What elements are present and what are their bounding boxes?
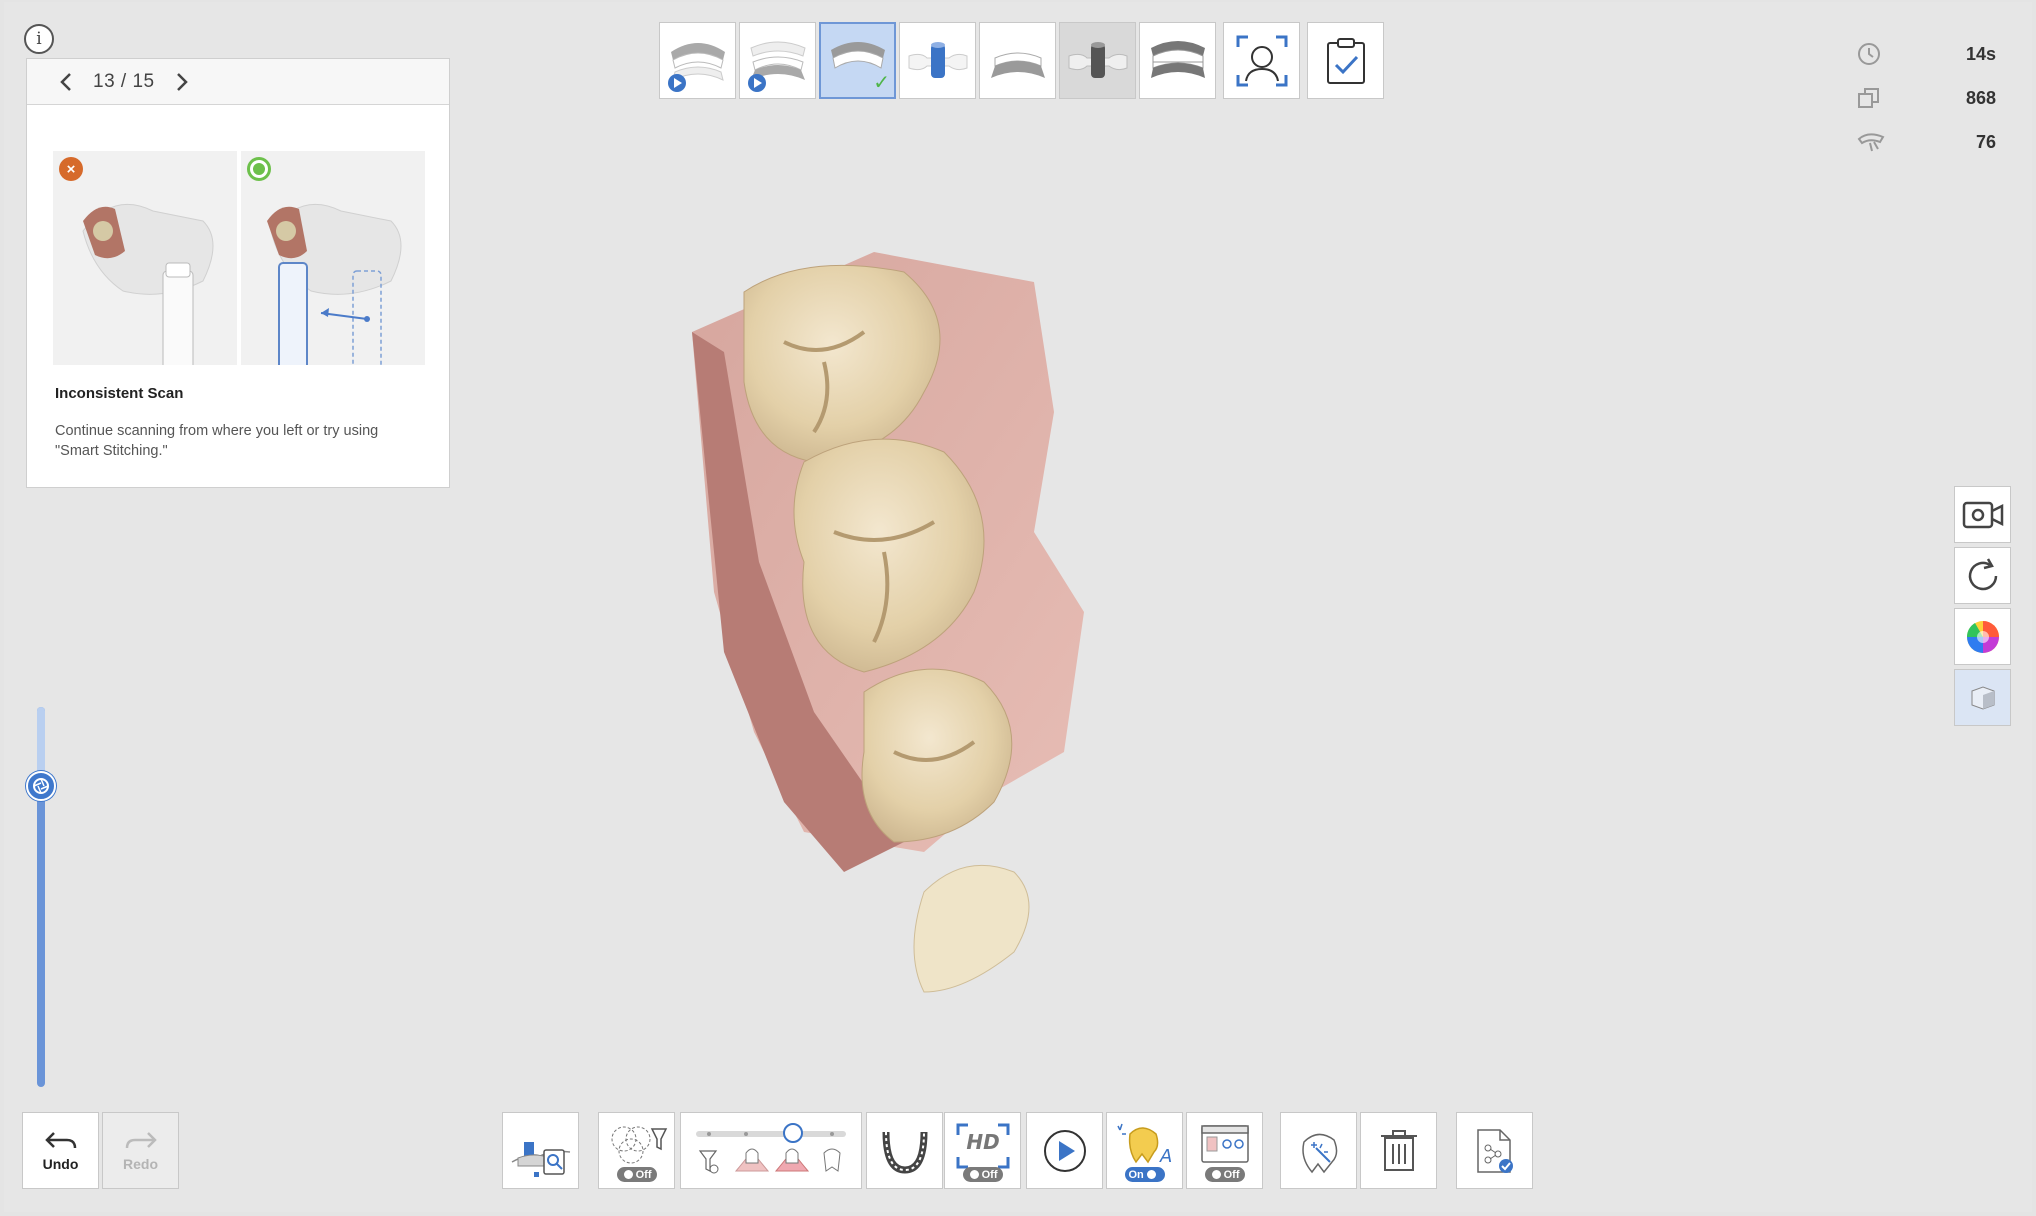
scan-depth-slider[interactable]: [37, 707, 45, 1087]
correct-mark-icon: [247, 157, 271, 181]
hd-toggle[interactable]: Off: [962, 1167, 1003, 1182]
guide-illustrations: ×: [53, 151, 425, 365]
stage-review[interactable]: [1307, 22, 1384, 99]
guide-panel: 13 / 15 × Inconsistent Scan Continue sca…: [26, 58, 450, 488]
guide-image-right: [241, 151, 425, 365]
cube-icon: [1971, 685, 1994, 710]
chevron-left-icon[interactable]: [51, 67, 81, 97]
app-window: i 13 / 15 × Inconsistent Scan Continue s…: [4, 2, 2032, 1212]
stat-images: 868: [1856, 76, 1996, 120]
stage-mandible[interactable]: [979, 22, 1056, 99]
file-share-icon: [1476, 1128, 1513, 1173]
image-count-icon: [1858, 88, 1879, 108]
clipboard-check-icon: [1326, 37, 1365, 84]
guide-description: Continue scanning from where you left or…: [55, 423, 379, 459]
ai-toggle[interactable]: On: [1124, 1167, 1165, 1182]
stage-scanbody-upper[interactable]: [899, 22, 976, 99]
arch-icon: [882, 1131, 927, 1174]
export-button[interactable]: [1456, 1112, 1533, 1189]
guide-title: Inconsistent Scan: [55, 385, 184, 402]
stage-occlusion[interactable]: [1139, 22, 1216, 99]
filter-mode-button[interactable]: Off: [598, 1112, 675, 1189]
undo-label: Undo: [42, 1155, 79, 1172]
svg-text:HD: HD: [966, 1130, 999, 1154]
compare-window-icon: [1200, 1124, 1249, 1163]
trash-icon: [1380, 1129, 1417, 1171]
guide-image-wrong: ×: [53, 151, 237, 365]
camera-icon: [1962, 501, 2003, 528]
play-badge-icon: [748, 74, 766, 92]
slider-knob-shutter-icon[interactable]: [26, 771, 56, 801]
stage-face-scan[interactable]: [1223, 22, 1300, 99]
play-badge-icon: [668, 74, 686, 92]
wrong-mark-icon: ×: [59, 157, 83, 181]
tooth-magic-icon: [1301, 1133, 1337, 1173]
stage-maxilla[interactable]: ✓: [819, 22, 896, 99]
clock-icon: [1858, 43, 1880, 65]
scanner-angle-icon: [1857, 133, 1885, 152]
smart-tooth-button[interactable]: [1280, 1112, 1357, 1189]
tooth-inspect-icon: [511, 1141, 570, 1177]
filter-slider-track: [696, 1122, 846, 1173]
ai-tooth-button[interactable]: A On: [1106, 1112, 1183, 1189]
redo-button[interactable]: Redo: [102, 1112, 179, 1189]
info-icon[interactable]: i: [24, 24, 54, 54]
stage-maxilla-preop[interactable]: [659, 22, 736, 99]
play-icon: [1043, 1129, 1086, 1172]
face-scan-icon: [1236, 35, 1287, 86]
stat-angle: 76: [1856, 120, 1996, 164]
hd-icon: HD: [956, 1123, 1009, 1168]
filter-toggle[interactable]: Off: [616, 1167, 657, 1182]
color-wheel-icon: [1966, 620, 1999, 653]
lower-jaw-icon: [990, 52, 1045, 78]
delete-button[interactable]: [1360, 1112, 1437, 1189]
compare-view-button[interactable]: Off: [1186, 1112, 1263, 1189]
scan-3d-view[interactable]: [664, 232, 1304, 1032]
compare-toggle[interactable]: Off: [1204, 1167, 1245, 1182]
ai-tooth-icon: A: [1116, 1123, 1172, 1167]
rotate-icon: [1968, 557, 1997, 590]
scan-inspect-button[interactable]: [502, 1112, 579, 1189]
camera-view-button[interactable]: [1954, 486, 2011, 543]
filter-venn-icon: [611, 1126, 667, 1163]
undo-icon: [44, 1131, 76, 1148]
stat-time-value: 14s: [1965, 43, 1996, 64]
color-mode-button[interactable]: [1954, 608, 2011, 665]
stage-mandible-preop[interactable]: [739, 22, 816, 99]
guide-nav: 13 / 15: [27, 59, 449, 105]
filter-level-slider[interactable]: [680, 1112, 862, 1189]
stat-images-value: 868: [1965, 87, 1996, 108]
hd-mode-button[interactable]: HD Off: [944, 1112, 1021, 1189]
guide-page-counter: 13 / 15: [93, 70, 155, 92]
chevron-right-icon[interactable]: [167, 67, 197, 97]
check-badge-icon: ✓: [873, 72, 890, 94]
redo-icon: [125, 1131, 157, 1148]
view-toolbar: [1954, 486, 2011, 726]
stage-scanbody-lower[interactable]: [1059, 22, 1136, 99]
occlusion-icon: [1150, 40, 1205, 78]
mono-mode-button[interactable]: [1954, 669, 2011, 726]
reset-view-button[interactable]: [1954, 547, 2011, 604]
arch-mode-button[interactable]: [866, 1112, 943, 1189]
scan-stats: 14s 868 76: [1856, 32, 1996, 164]
play-button[interactable]: [1026, 1112, 1103, 1189]
svg-text:A: A: [1159, 1146, 1172, 1167]
scanbody-icon: [1068, 41, 1127, 78]
scanbody-icon: [908, 41, 967, 78]
stat-time: 14s: [1856, 32, 1996, 76]
stat-angle-value: 76: [1975, 131, 1996, 152]
redo-label: Redo: [123, 1155, 158, 1172]
scan-stage-bar: ✓: [659, 22, 1384, 99]
dental-scan-model: [692, 252, 1084, 993]
undo-button[interactable]: Undo: [22, 1112, 99, 1189]
